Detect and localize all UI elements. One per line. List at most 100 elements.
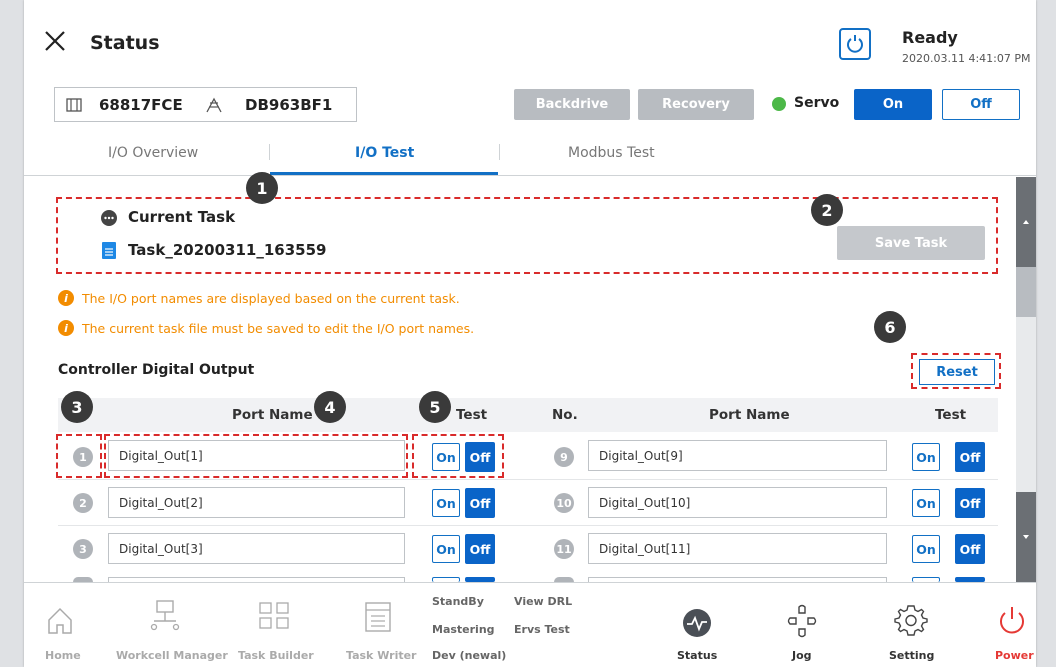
reset-button[interactable]: Reset	[919, 359, 995, 385]
tab-io-overview[interactable]: I/O Overview	[108, 145, 198, 161]
arrow-up-icon	[1023, 220, 1029, 224]
test-off-button[interactable]: Off	[465, 534, 495, 564]
header-test: Test	[456, 407, 488, 423]
section-title: Controller Digital Output	[58, 362, 255, 378]
scroll-up-button[interactable]	[1016, 177, 1036, 267]
refresh-button[interactable]	[839, 28, 871, 60]
test-off-button[interactable]: Off	[955, 442, 985, 472]
row-divider	[58, 479, 998, 480]
nav-dev[interactable]: Dev (newal)	[432, 649, 506, 662]
nav-label: Task Builder	[238, 649, 314, 662]
test-buttons-highlight	[412, 434, 504, 478]
status-icon	[683, 609, 711, 637]
test-off-button[interactable]: Off	[465, 488, 495, 518]
nav-task-writer[interactable]: Task Writer	[342, 583, 416, 667]
controller-icon	[206, 97, 222, 113]
info-note: i The I/O port names are displayed based…	[58, 290, 460, 306]
nav-ervs-test[interactable]: Ervs Test	[514, 623, 570, 636]
task-writer-icon	[365, 602, 391, 632]
nav-label: Home	[45, 649, 81, 662]
port-name-highlight	[104, 434, 408, 478]
row-number: 9	[554, 447, 574, 467]
test-off-button[interactable]: Off	[955, 534, 985, 564]
nav-standby[interactable]: StandBy	[432, 595, 484, 608]
servo-on-button[interactable]: On	[854, 89, 932, 120]
task-builder-icon	[259, 602, 289, 629]
bottom-nav: Home Workcell Manager Task Builder Task …	[24, 582, 1036, 667]
port-name-input[interactable]: Digital_Out[2]	[108, 487, 405, 518]
info-icon: i	[58, 290, 74, 306]
vertical-scrollbar[interactable]	[1016, 177, 1036, 582]
callout-3: 3	[61, 391, 93, 423]
nav-workcell-manager[interactable]: Workcell Manager	[114, 583, 228, 667]
workcell-icon	[150, 600, 180, 631]
nav-status[interactable]: Status	[672, 583, 722, 667]
nav-label: Task Writer	[346, 649, 417, 662]
gear-icon	[894, 605, 928, 636]
nav-label: Setting	[889, 649, 935, 662]
nav-label: Status	[677, 649, 718, 662]
header-port-name: Port Name	[709, 407, 790, 423]
callout-6: 6	[874, 311, 906, 343]
close-icon[interactable]	[44, 30, 66, 52]
port-name-input[interactable]: Digital_Out[9]	[588, 440, 887, 471]
servo-off-button[interactable]: Off	[942, 89, 1020, 120]
refresh-icon	[847, 35, 863, 53]
save-task-button[interactable]: Save Task	[837, 226, 985, 260]
tab-separator	[269, 144, 270, 160]
tab-separator	[499, 144, 500, 160]
robot-arm-icon	[66, 98, 82, 112]
home-icon	[48, 607, 72, 634]
row-number: 2	[73, 493, 93, 513]
test-on-button[interactable]: On	[432, 535, 460, 563]
more-icon	[101, 210, 117, 226]
info-note: i The current task file must be saved to…	[58, 320, 474, 336]
row-number: 10	[554, 493, 574, 513]
tab-io-test[interactable]: I/O Test	[355, 145, 414, 161]
header-test: Test	[935, 407, 967, 423]
tab-modbus-test[interactable]: Modbus Test	[568, 145, 655, 161]
info-icon: i	[58, 320, 74, 336]
port-name-input[interactable]: Digital_Out[11]	[588, 533, 887, 564]
servo-status-indicator	[772, 97, 786, 111]
test-off-button[interactable]: Off	[955, 488, 985, 518]
timestamp: 2020.03.11 4:41:07 PM	[902, 52, 1031, 65]
status-text: Ready	[902, 28, 958, 47]
nav-label: Jog	[792, 649, 812, 662]
scroll-down-button[interactable]	[1016, 492, 1036, 582]
task-name: Task_20200311_163559	[128, 241, 327, 259]
recovery-button[interactable]: Recovery	[638, 89, 754, 120]
scroll-thumb[interactable]	[1016, 267, 1036, 317]
arrow-down-icon	[1023, 535, 1029, 539]
header: Status Ready 2020.03.11 4:41:07 PM	[24, 0, 1036, 86]
header-port-name: Port Name	[232, 407, 313, 423]
nav-jog[interactable]: Jog	[782, 583, 822, 667]
nav-task-builder[interactable]: Task Builder	[234, 583, 314, 667]
info-note-text: The I/O port names are displayed based o…	[82, 290, 460, 306]
nav-mastering[interactable]: Mastering	[432, 623, 495, 636]
nav-setting[interactable]: Setting	[886, 583, 936, 667]
port-name-input[interactable]: Digital_Out[10]	[588, 487, 887, 518]
nav-power[interactable]: Power	[990, 583, 1034, 667]
port-name-input[interactable]: Digital_Out[3]	[108, 533, 405, 564]
current-task-label: Current Task	[128, 208, 236, 226]
power-icon	[1000, 607, 1024, 634]
row-number: 11	[554, 539, 574, 559]
test-on-button[interactable]: On	[912, 535, 940, 563]
callout-4: 4	[314, 391, 346, 423]
header-no: No.	[552, 407, 578, 423]
id-bar: 68817FCE DB963BF1	[54, 87, 357, 122]
test-on-button[interactable]: On	[912, 489, 940, 517]
test-on-button[interactable]: On	[912, 443, 940, 471]
file-icon	[102, 242, 116, 259]
backdrive-button[interactable]: Backdrive	[514, 89, 630, 120]
callout-5: 5	[419, 391, 451, 423]
callout-2: 2	[811, 194, 843, 226]
test-on-button[interactable]: On	[432, 489, 460, 517]
controller-id: DB963BF1	[245, 96, 333, 114]
robot-id: 68817FCE	[99, 96, 183, 114]
nav-view-drl[interactable]: View DRL	[514, 595, 572, 608]
row-number-highlight	[56, 434, 102, 478]
page-title: Status	[90, 32, 160, 54]
nav-home[interactable]: Home	[34, 583, 84, 667]
